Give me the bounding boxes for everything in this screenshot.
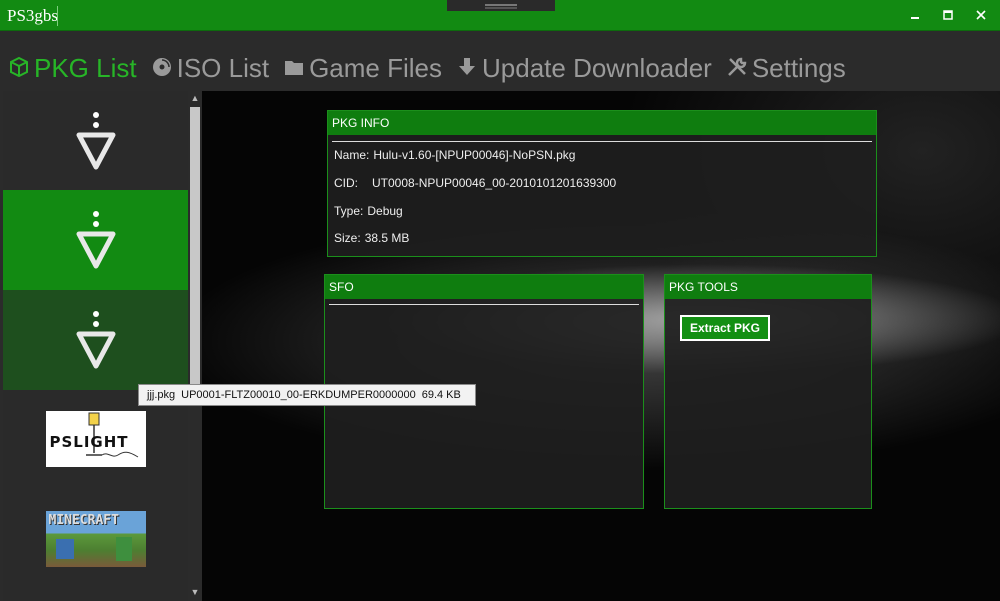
tab-label: Game Files: [309, 52, 442, 83]
tab-label: Update Downloader: [482, 52, 712, 83]
pkg-down-arrow-icon: [76, 211, 115, 269]
tab-iso-list[interactable]: ISO List: [151, 53, 269, 84]
size-label: Size:: [334, 231, 361, 245]
minecraft-logo-text: MINECRAFT: [48, 513, 119, 528]
panel-divider: [329, 304, 639, 305]
cid-label: CID:: [334, 176, 358, 190]
pkg-down-arrow-icon: [76, 112, 115, 170]
minimize-icon: [911, 17, 919, 19]
scroll-thumb[interactable]: [190, 107, 200, 393]
app-title: PS3gbs: [7, 6, 59, 25]
pkg-down-arrow-icon: [76, 311, 115, 369]
main-tabs: PKG List ISO List Game Files Update Down…: [0, 46, 860, 90]
pkg-size-value: 38.5 MB: [364, 231, 410, 245]
close-button[interactable]: [970, 6, 992, 26]
minecraft-block-art: [115, 537, 132, 561]
pkg-list: PSLIGHT MINECRAFT: [3, 91, 188, 601]
pkg-type-row: Type: Debug: [334, 204, 403, 218]
scroll-down-arrow-icon[interactable]: ▼: [188, 585, 202, 599]
tools-icon: [726, 56, 750, 80]
pslight-logo-text: PSLIGHT: [49, 433, 129, 451]
list-item-hover[interactable]: [3, 290, 188, 390]
title-bar[interactable]: PS3gbs: [0, 0, 1000, 31]
tooltip-file: jjj.pkg: [147, 389, 176, 401]
main-panel: PKG INFO Name: Hulu-v1.60-[NPUP00046]-NoP…: [202, 91, 1000, 601]
tab-label: PKG List: [34, 52, 137, 83]
tab-settings[interactable]: Settings: [726, 53, 846, 84]
tab-pkg-list[interactable]: PKG List: [8, 53, 137, 84]
pkg-type-value: Debug: [367, 204, 403, 218]
pkg-tools-panel: PKG TOOLS Extract PKG: [664, 274, 872, 509]
pkg-name-row: Name: Hulu-v1.60-[NPUP00046]-NoPSN.pkg: [334, 148, 575, 162]
panel-divider: [332, 141, 872, 142]
tab-game-files[interactable]: Game Files: [283, 53, 442, 84]
folder-icon: [283, 56, 307, 80]
type-label: Type:: [334, 204, 364, 218]
disc-icon: [151, 56, 175, 80]
maximize-button[interactable]: [937, 6, 959, 26]
pkg-cid-row: CID: UT0008-NPUP00046_00-2010101201639300: [334, 176, 616, 190]
extract-pkg-button[interactable]: Extract PKG: [680, 315, 770, 341]
name-label: Name:: [334, 148, 370, 162]
cube-icon: [8, 56, 32, 80]
pkg-name-value: Hulu-v1.60-[NPUP00046]-NoPSN.pkg: [373, 148, 576, 162]
minecraft-block-art: [55, 539, 74, 559]
tab-label: ISO List: [176, 52, 270, 83]
pkg-cid-value: UT0008-NPUP00046_00-2010101201639300: [372, 176, 617, 190]
drag-handle[interactable]: [447, 0, 555, 11]
tooltip-size: 69.4 KB: [421, 389, 461, 401]
panel-header: PKG TOOLS: [665, 275, 871, 299]
close-icon: [976, 10, 986, 20]
scroll-up-arrow-icon[interactable]: ▲: [188, 91, 202, 105]
pkg-info-panel: PKG INFO Name: Hulu-v1.60-[NPUP00046]-NoP…: [327, 110, 877, 257]
pkg-size-row: Size: 38.5 MB: [334, 231, 409, 245]
panel-header: PKG INFO: [328, 111, 876, 135]
panel-header: SFO: [325, 275, 643, 299]
tab-update-downloader[interactable]: Update Downloader: [456, 53, 712, 84]
tab-label: Settings: [751, 52, 846, 83]
list-item[interactable]: MINECRAFT: [3, 489, 188, 589]
pkg-tooltip: jjj.pkg UP0001-FLTZ00010_00-ERKDUMPER0000…: [138, 384, 476, 406]
download-icon: [456, 56, 480, 80]
tooltip-id: UP0001-FLTZ00010_00-ERKDUMPER0000000: [181, 389, 416, 401]
minimize-button[interactable]: [904, 6, 926, 26]
pkg-list-scrollbar[interactable]: ▲ ▼: [188, 91, 202, 601]
title-separator: [57, 6, 58, 26]
pslight-thumbnail: PSLIGHT: [45, 411, 146, 467]
minecraft-thumbnail: MINECRAFT: [45, 511, 146, 567]
list-item[interactable]: [3, 91, 188, 191]
list-item-selected[interactable]: [3, 190, 188, 290]
maximize-icon: [943, 10, 953, 20]
